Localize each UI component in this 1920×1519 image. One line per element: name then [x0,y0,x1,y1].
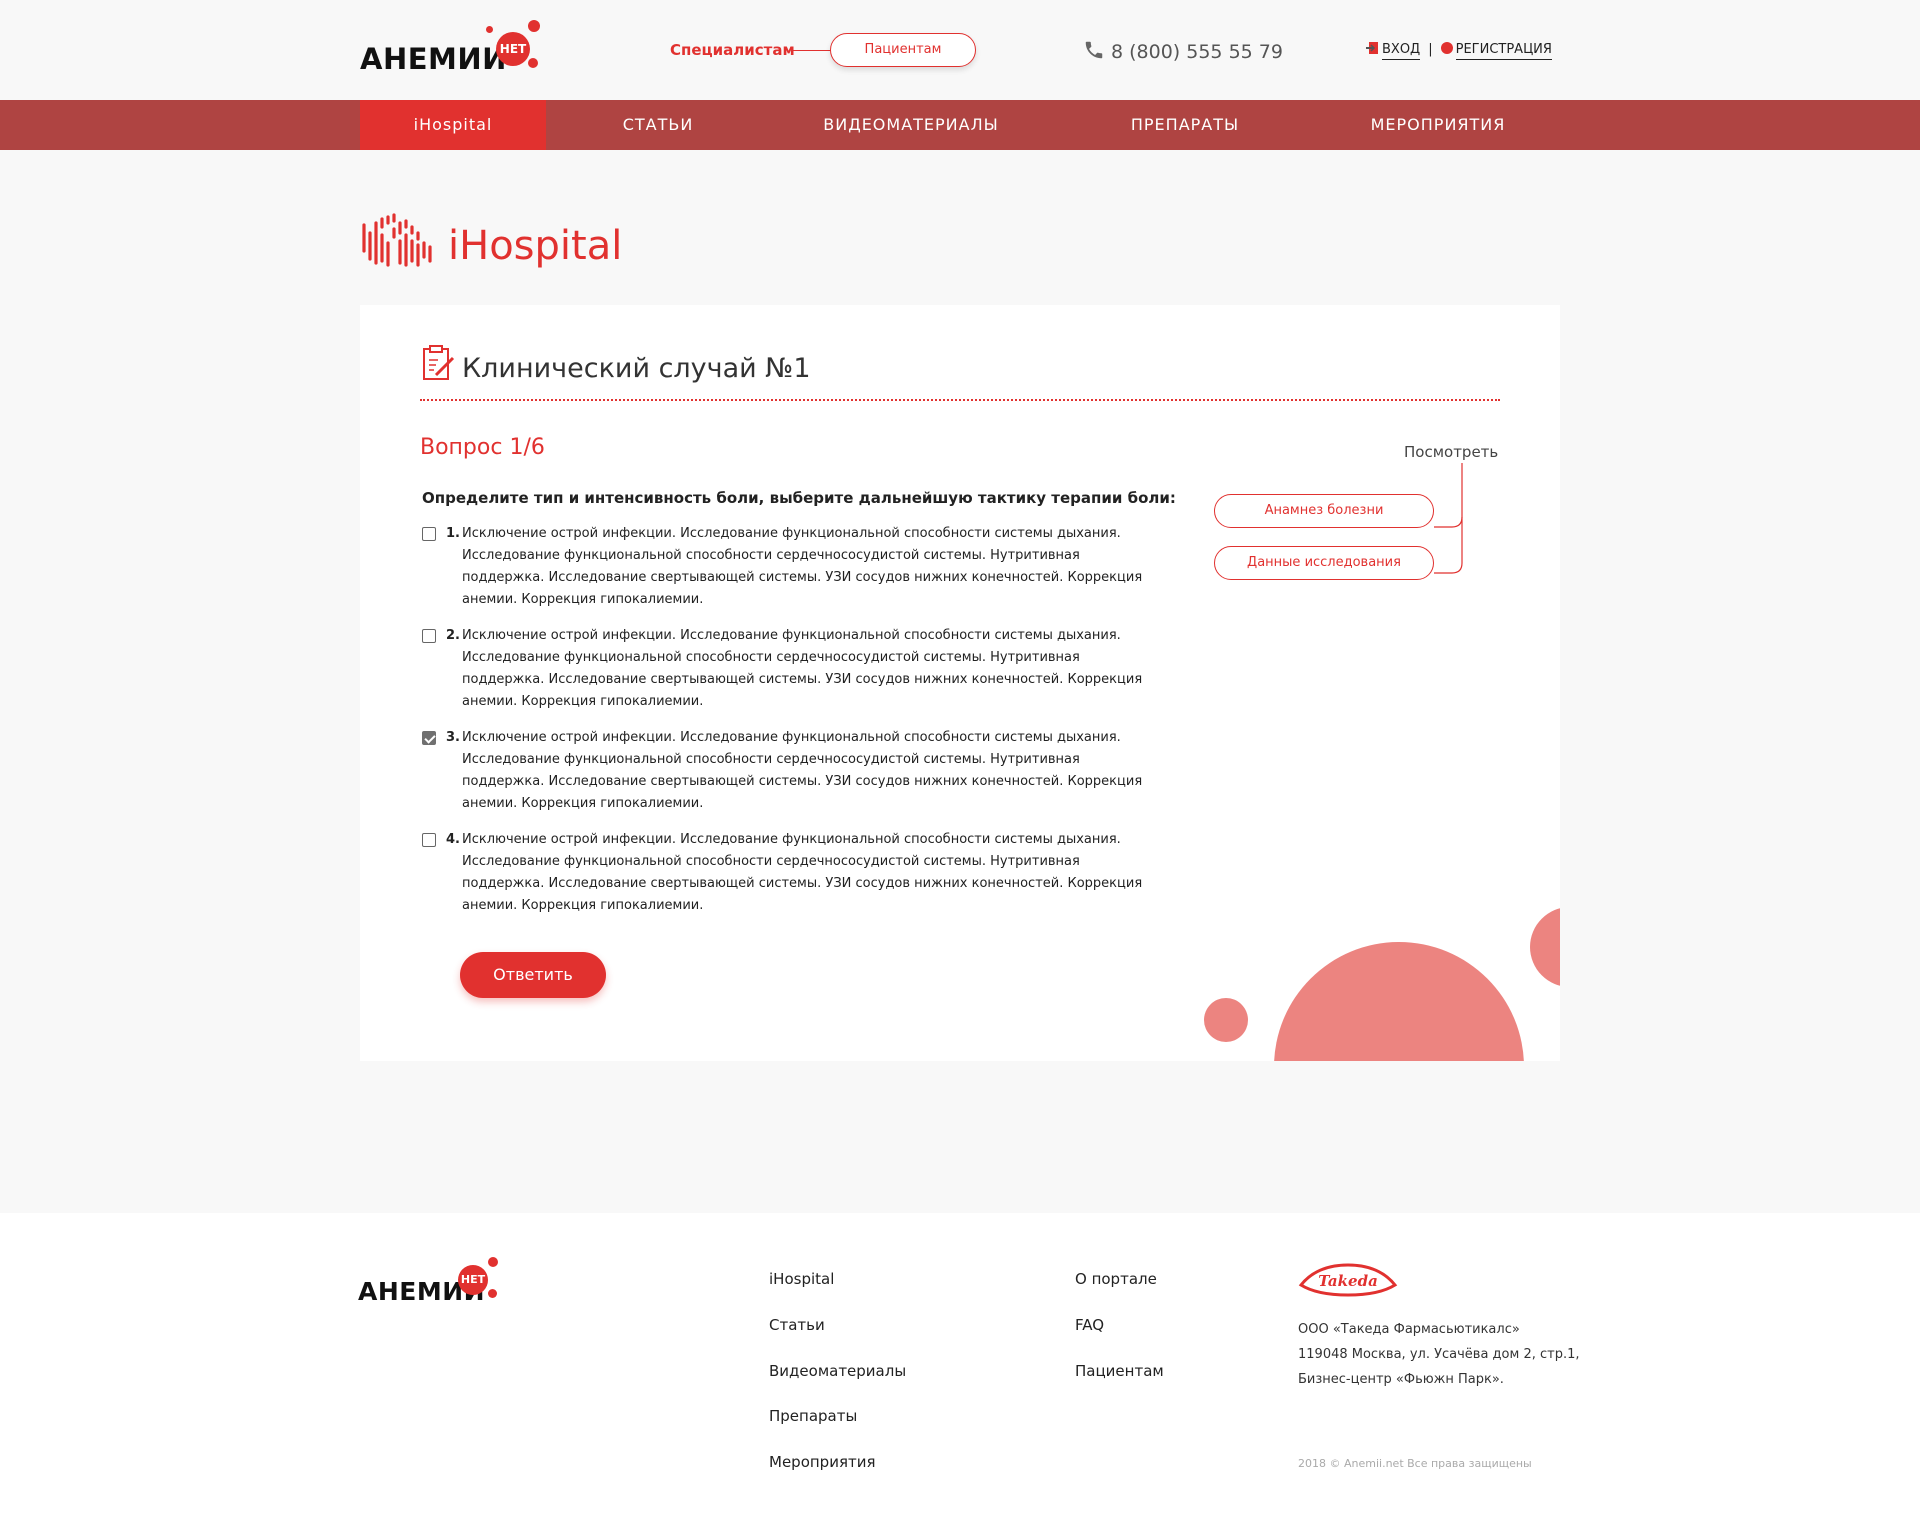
audience-connector [792,50,832,51]
address-line: ООО «Такеда Фармасьютикалс» [1298,1322,1520,1337]
auth-separator: | [1428,42,1433,57]
takeda-logo: Takeda [1298,1263,1398,1297]
logo-badge: НЕТ [496,32,530,66]
phone-number: 8 (800) 555 55 79 [1111,41,1283,63]
decor-circle [1204,998,1248,1042]
ihospital-title: iHospital [448,223,623,269]
footer-link-ihospital[interactable]: iHospital [769,1270,834,1288]
company-address: ООО «Такеда Фармасьютикалс» 119048 Москв… [1298,1317,1580,1392]
logo-dot [488,1289,497,1298]
site-footer: АНЕМИИ НЕТ iHospital Статьи Видеоматериа… [0,1213,1920,1519]
footer-link-patients[interactable]: Пациентам [1075,1362,1164,1380]
footer-logo[interactable]: АНЕМИИ НЕТ [358,1257,558,1317]
login-icon [1366,42,1378,54]
phone-icon [1085,41,1103,59]
site-logo[interactable]: АНЕМИИ НЕТ [360,18,560,78]
option-text: Исключение острой инфекции. Исследование… [462,730,1143,811]
main-nav: iHospital СТАТЬИ ВИДЕОМАТЕРИАЛЫ ПРЕПАРАТ… [0,100,1920,150]
audience-patients-button[interactable]: Пациентам [830,33,976,67]
register-dot-icon [1440,42,1453,54]
register-link[interactable]: РЕГИСТРАЦИЯ [1455,42,1552,60]
takeda-logo-text: Takeda [1318,1272,1378,1290]
logo-dot [488,1257,498,1267]
footer-link-drugs[interactable]: Препараты [769,1407,857,1425]
nav-item-articles[interactable]: СТАТЬИ [560,100,756,150]
logo-dot [528,20,540,32]
nav-item-events[interactable]: МЕРОПРИЯТИЯ [1340,100,1536,150]
option-number: 3. [446,730,460,745]
ihospital-brand: iHospital [360,213,622,273]
logo-dot [528,58,538,68]
option-checkbox[interactable] [422,731,436,745]
phone[interactable]: 8 (800) 555 55 79 [1083,39,1283,63]
nav-item-video[interactable]: ВИДЕОМАТЕРИАЛЫ [800,100,1022,150]
nav-item-drugs[interactable]: ПРЕПАРАТЫ [1090,100,1280,150]
decor-circle [1274,942,1524,1061]
logo-text: АНЕМИИ [360,42,507,76]
logo-dot [486,26,493,33]
login-link[interactable]: ВХОД [1382,42,1421,60]
auth-links: ВХОД | РЕГИСТРАЦИЯ [1366,41,1552,60]
audience-specialists-link[interactable]: Специалистам [670,41,795,59]
copyright: 2018 © Anemii.net Все права защищены [1298,1457,1532,1470]
option-checkbox[interactable] [422,833,436,847]
site-header: АНЕМИИ НЕТ Специалистам Пациентам 8 (800… [0,0,1920,100]
footer-link-faq[interactable]: FAQ [1075,1316,1104,1334]
ihospital-logo-icon [362,213,432,267]
footer-link-video[interactable]: Видеоматериалы [769,1362,906,1380]
option-text: Исключение острой инфекции. Исследование… [462,832,1143,913]
answer-option[interactable]: 3. Исключение острой инфекции. Исследован… [422,727,1162,815]
nav-item-ihospital[interactable]: iHospital [360,100,546,150]
footer-logo-badge: НЕТ [458,1265,488,1295]
option-number: 4. [446,832,460,847]
answer-option[interactable]: 4. Исключение острой инфекции. Исследован… [422,829,1162,917]
footer-link-articles[interactable]: Статьи [769,1316,825,1334]
decor-circle [1530,907,1560,987]
research-data-button[interactable]: Данные исследования [1214,546,1434,580]
anamnesis-button[interactable]: Анамнез болезни [1214,494,1434,528]
address-line: 119048 Москва, ул. Усачёва дом 2, стр.1, [1298,1347,1580,1362]
footer-link-about[interactable]: О портале [1075,1270,1157,1288]
answer-button[interactable]: Ответить [460,952,606,998]
clinical-case-card: Клинический случай №1 Вопрос 1/6 Определ… [360,305,1560,1061]
address-line: Бизнес-центр «Фьюжн Парк». [1298,1372,1504,1387]
footer-link-events[interactable]: Мероприятия [769,1453,875,1471]
